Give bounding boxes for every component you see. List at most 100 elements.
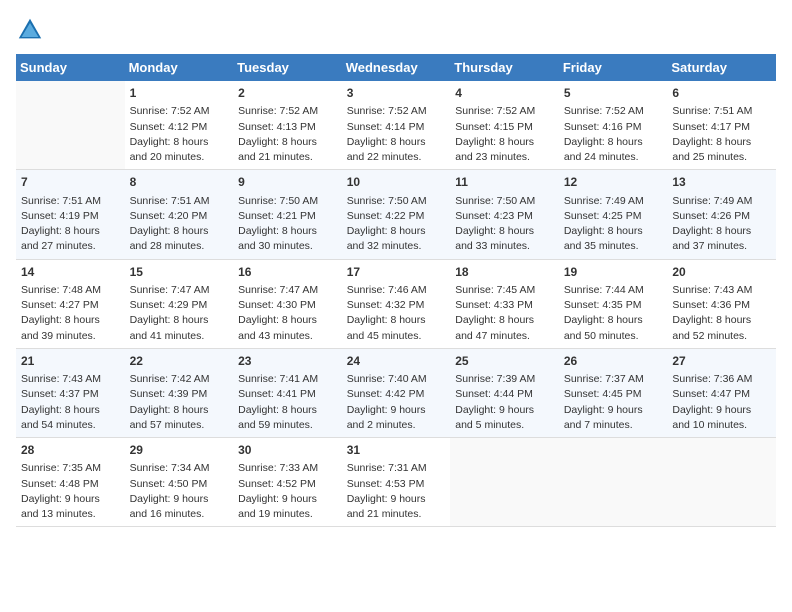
header-day-monday: Monday (125, 54, 234, 81)
day-number: 21 (21, 353, 120, 370)
header-day-tuesday: Tuesday (233, 54, 342, 81)
day-cell: 13 Sunrise: 7:49 AM Sunset: 4:26 PM Dayli… (667, 170, 776, 259)
day-info: Sunrise: 7:46 AM Sunset: 4:32 PM Dayligh… (347, 283, 446, 344)
day-info: Sunrise: 7:45 AM Sunset: 4:33 PM Dayligh… (455, 283, 554, 344)
day-cell: 16Sunrise: 7:47 AM Sunset: 4:30 PM Dayli… (233, 259, 342, 348)
calendar-body: 1Sunrise: 7:52 AM Sunset: 4:12 PM Daylig… (16, 81, 776, 527)
day-info: Sunrise: 7:39 AM Sunset: 4:44 PM Dayligh… (455, 372, 554, 433)
day-info: Sunrise: 7:33 AM Sunset: 4:52 PM Dayligh… (238, 461, 337, 522)
week-row-4: 21 Sunrise: 7:43 AM Sunset: 4:37 PM Dayli… (16, 348, 776, 437)
day-info: Sunrise: 7:43 AM Sunset: 4:36 PM Dayligh… (672, 283, 771, 344)
day-number: 10 (347, 174, 446, 191)
day-number: 30 (238, 442, 337, 459)
calendar-table: SundayMondayTuesdayWednesdayThursdayFrid… (16, 54, 776, 527)
day-info: Sunrise: 7:40 AM Sunset: 4:42 PM Dayligh… (347, 372, 446, 433)
day-cell: 20 Sunrise: 7:43 AM Sunset: 4:36 PM Dayli… (667, 259, 776, 348)
day-number: 5 (564, 85, 663, 102)
day-cell: 19Sunrise: 7:44 AM Sunset: 4:35 PM Dayli… (559, 259, 668, 348)
day-number: 7 (21, 174, 120, 191)
day-cell: 7 Sunrise: 7:51 AM Sunset: 4:19 PM Daylig… (16, 170, 125, 259)
day-info: Sunrise: 7:49 AM Sunset: 4:25 PM Dayligh… (564, 194, 663, 255)
header-day-wednesday: Wednesday (342, 54, 451, 81)
logo-icon (16, 16, 44, 44)
day-cell: 21 Sunrise: 7:43 AM Sunset: 4:37 PM Dayli… (16, 348, 125, 437)
day-info: Sunrise: 7:52 AM Sunset: 4:14 PM Dayligh… (347, 104, 446, 165)
day-cell: 22Sunrise: 7:42 AM Sunset: 4:39 PM Dayli… (125, 348, 234, 437)
day-number: 8 (130, 174, 229, 191)
day-info: Sunrise: 7:51 AM Sunset: 4:20 PM Dayligh… (130, 194, 229, 255)
day-info: Sunrise: 7:50 AM Sunset: 4:21 PM Dayligh… (238, 194, 337, 255)
week-row-2: 7 Sunrise: 7:51 AM Sunset: 4:19 PM Daylig… (16, 170, 776, 259)
day-number: 13 (672, 174, 771, 191)
calendar-header: SundayMondayTuesdayWednesdayThursdayFrid… (16, 54, 776, 81)
day-cell (667, 438, 776, 527)
day-cell: 24 Sunrise: 7:40 AM Sunset: 4:42 PM Dayli… (342, 348, 451, 437)
day-info: Sunrise: 7:47 AM Sunset: 4:29 PM Dayligh… (130, 283, 229, 344)
day-info: Sunrise: 7:37 AM Sunset: 4:45 PM Dayligh… (564, 372, 663, 433)
logo (16, 16, 48, 44)
day-number: 15 (130, 264, 229, 281)
day-number: 4 (455, 85, 554, 102)
day-number: 31 (347, 442, 446, 459)
week-row-3: 14Sunrise: 7:48 AM Sunset: 4:27 PM Dayli… (16, 259, 776, 348)
day-info: Sunrise: 7:36 AM Sunset: 4:47 PM Dayligh… (672, 372, 771, 433)
day-number: 20 (672, 264, 771, 281)
day-cell: 11 Sunrise: 7:50 AM Sunset: 4:23 PM Dayli… (450, 170, 559, 259)
header-day-sunday: Sunday (16, 54, 125, 81)
day-number: 25 (455, 353, 554, 370)
day-cell: 8 Sunrise: 7:51 AM Sunset: 4:20 PM Daylig… (125, 170, 234, 259)
day-number: 18 (455, 264, 554, 281)
day-info: Sunrise: 7:42 AM Sunset: 4:39 PM Dayligh… (130, 372, 229, 433)
day-cell: 30 Sunrise: 7:33 AM Sunset: 4:52 PM Dayli… (233, 438, 342, 527)
day-cell: 23 Sunrise: 7:41 AM Sunset: 4:41 PM Dayli… (233, 348, 342, 437)
day-cell: 25 Sunrise: 7:39 AM Sunset: 4:44 PM Dayli… (450, 348, 559, 437)
day-number: 9 (238, 174, 337, 191)
day-cell: 12 Sunrise: 7:49 AM Sunset: 4:25 PM Dayli… (559, 170, 668, 259)
day-cell: 1Sunrise: 7:52 AM Sunset: 4:12 PM Daylig… (125, 81, 234, 170)
day-info: Sunrise: 7:35 AM Sunset: 4:48 PM Dayligh… (21, 461, 120, 522)
day-info: Sunrise: 7:34 AM Sunset: 4:50 PM Dayligh… (130, 461, 229, 522)
day-info: Sunrise: 7:48 AM Sunset: 4:27 PM Dayligh… (21, 283, 120, 344)
day-cell (450, 438, 559, 527)
day-cell: 17 Sunrise: 7:46 AM Sunset: 4:32 PM Dayli… (342, 259, 451, 348)
day-info: Sunrise: 7:47 AM Sunset: 4:30 PM Dayligh… (238, 283, 337, 344)
day-cell: 18 Sunrise: 7:45 AM Sunset: 4:33 PM Dayli… (450, 259, 559, 348)
day-number: 2 (238, 85, 337, 102)
day-info: Sunrise: 7:41 AM Sunset: 4:41 PM Dayligh… (238, 372, 337, 433)
day-info: Sunrise: 7:50 AM Sunset: 4:22 PM Dayligh… (347, 194, 446, 255)
page-header (16, 16, 776, 44)
day-number: 26 (564, 353, 663, 370)
week-row-5: 28Sunrise: 7:35 AM Sunset: 4:48 PM Dayli… (16, 438, 776, 527)
day-cell: 28Sunrise: 7:35 AM Sunset: 4:48 PM Dayli… (16, 438, 125, 527)
day-number: 11 (455, 174, 554, 191)
day-info: Sunrise: 7:52 AM Sunset: 4:13 PM Dayligh… (238, 104, 337, 165)
day-number: 23 (238, 353, 337, 370)
day-number: 24 (347, 353, 446, 370)
day-info: Sunrise: 7:49 AM Sunset: 4:26 PM Dayligh… (672, 194, 771, 255)
day-cell: 2 Sunrise: 7:52 AM Sunset: 4:13 PM Daylig… (233, 81, 342, 170)
day-cell: 6 Sunrise: 7:51 AM Sunset: 4:17 PM Daylig… (667, 81, 776, 170)
day-number: 19 (564, 264, 663, 281)
day-cell: 3 Sunrise: 7:52 AM Sunset: 4:14 PM Daylig… (342, 81, 451, 170)
day-cell: 14Sunrise: 7:48 AM Sunset: 4:27 PM Dayli… (16, 259, 125, 348)
day-number: 3 (347, 85, 446, 102)
day-number: 29 (130, 442, 229, 459)
header-day-friday: Friday (559, 54, 668, 81)
day-number: 27 (672, 353, 771, 370)
day-info: Sunrise: 7:43 AM Sunset: 4:37 PM Dayligh… (21, 372, 120, 433)
day-cell: 4Sunrise: 7:52 AM Sunset: 4:15 PM Daylig… (450, 81, 559, 170)
day-cell: 26 Sunrise: 7:37 AM Sunset: 4:45 PM Dayli… (559, 348, 668, 437)
day-info: Sunrise: 7:51 AM Sunset: 4:17 PM Dayligh… (672, 104, 771, 165)
week-row-1: 1Sunrise: 7:52 AM Sunset: 4:12 PM Daylig… (16, 81, 776, 170)
day-number: 6 (672, 85, 771, 102)
day-cell: 29 Sunrise: 7:34 AM Sunset: 4:50 PM Dayli… (125, 438, 234, 527)
day-info: Sunrise: 7:51 AM Sunset: 4:19 PM Dayligh… (21, 194, 120, 255)
day-cell: 27 Sunrise: 7:36 AM Sunset: 4:47 PM Dayli… (667, 348, 776, 437)
day-cell: 9 Sunrise: 7:50 AM Sunset: 4:21 PM Daylig… (233, 170, 342, 259)
day-cell: 10 Sunrise: 7:50 AM Sunset: 4:22 PM Dayli… (342, 170, 451, 259)
day-cell: 5Sunrise: 7:52 AM Sunset: 4:16 PM Daylig… (559, 81, 668, 170)
day-number: 17 (347, 264, 446, 281)
day-number: 12 (564, 174, 663, 191)
header-day-saturday: Saturday (667, 54, 776, 81)
day-info: Sunrise: 7:50 AM Sunset: 4:23 PM Dayligh… (455, 194, 554, 255)
